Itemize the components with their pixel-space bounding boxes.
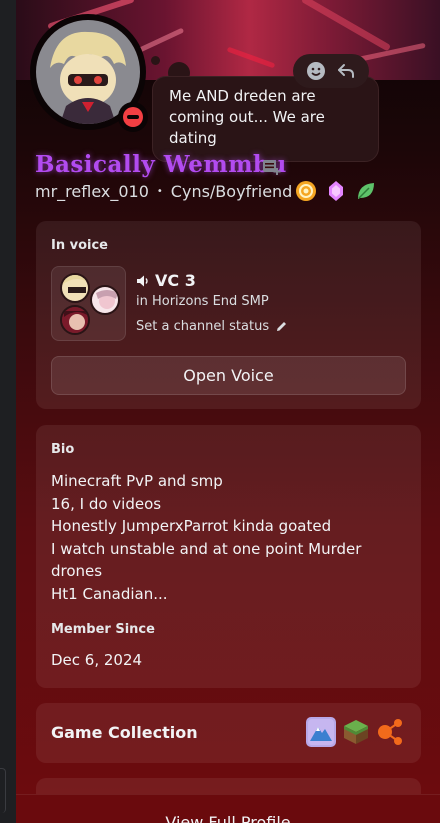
sidebar-notch	[0, 768, 6, 813]
profile-footer: View Full Profile	[16, 794, 440, 823]
reply-icon	[338, 64, 354, 78]
game-collection-card[interactable]: Game Collection	[36, 703, 421, 763]
leaf-badge-icon[interactable]	[355, 180, 377, 202]
nitro-boost-badge-icon[interactable]	[325, 180, 347, 202]
smile-icon	[307, 62, 325, 80]
status-bubble-tail-small	[151, 56, 160, 65]
participant-avatar	[60, 305, 90, 335]
voice-card: In voice VC 3 in Horizons End SMP Set a …	[36, 221, 421, 409]
voice-channel-name: VC 3	[155, 271, 196, 290]
pencil-icon	[277, 322, 287, 331]
do-not-disturb-icon	[123, 107, 143, 127]
bio-label: Bio	[51, 442, 75, 457]
bio-line: 16, I do videos	[51, 494, 162, 513]
bio-line: Ht1 Canadian...	[51, 584, 168, 603]
in-voice-label: In voice	[51, 238, 109, 253]
avatar[interactable]	[30, 14, 148, 132]
add-note-icon[interactable]	[262, 158, 282, 180]
profile-badges	[295, 180, 377, 202]
identity-line: mr_reflex_010 • Cyns/Boyfriend	[35, 182, 292, 201]
custom-status-text: Me AND dreden are coming out... We are d…	[169, 87, 325, 147]
reply-button[interactable]	[335, 60, 357, 82]
game-icons	[306, 717, 406, 747]
open-voice-button[interactable]: Open Voice	[51, 356, 406, 395]
participant-avatar	[60, 273, 90, 303]
bio-line: I watch unstable and at one point Murder…	[51, 539, 362, 581]
set-channel-status-label: Set a channel status	[136, 319, 270, 334]
minecraft-grass-block-icon[interactable]	[341, 717, 371, 747]
bio-card: Bio Minecraft PvP and smp 16, I do video…	[36, 425, 421, 688]
member-since-label: Member Since	[51, 622, 155, 637]
status-actions	[293, 54, 369, 88]
game-collection-label: Game Collection	[51, 723, 198, 742]
bio-line: Honestly JumperxParrot kinda goated	[51, 517, 332, 535]
voice-server-name: in Horizons End SMP	[136, 294, 269, 309]
view-full-profile-button[interactable]: View Full Profile	[16, 813, 440, 823]
voice-channel-title[interactable]: VC 3	[136, 271, 196, 290]
bio-line: Minecraft PvP and smp	[51, 472, 223, 490]
orange-nodes-game-icon[interactable]	[376, 717, 406, 747]
server-sidebar-edge	[0, 0, 16, 823]
add-reaction-button[interactable]	[305, 60, 327, 82]
dnd-status-indicator	[118, 102, 148, 132]
display-name: Basically Wemmbu	[35, 151, 287, 178]
bio-text: Minecraft PvP and smp 16, I do videos Ho…	[51, 470, 391, 605]
separator: •	[156, 186, 163, 197]
custom-status-bubble: Me AND dreden are coming out... We are d…	[152, 76, 379, 162]
set-channel-status[interactable]: Set a channel status	[136, 319, 288, 334]
hypesquad-badge-icon[interactable]	[295, 180, 317, 202]
speaker-icon	[137, 275, 148, 286]
pronouns: Cyns/Boyfriend	[170, 182, 293, 201]
mountain-game-icon[interactable]	[306, 717, 336, 747]
voice-participants[interactable]	[51, 266, 126, 341]
member-since-date: Dec 6, 2024	[51, 651, 143, 669]
user-profile-popout: Me AND dreden are coming out... We are d…	[16, 0, 440, 823]
participant-avatar	[90, 285, 120, 315]
username: mr_reflex_010	[35, 182, 149, 201]
